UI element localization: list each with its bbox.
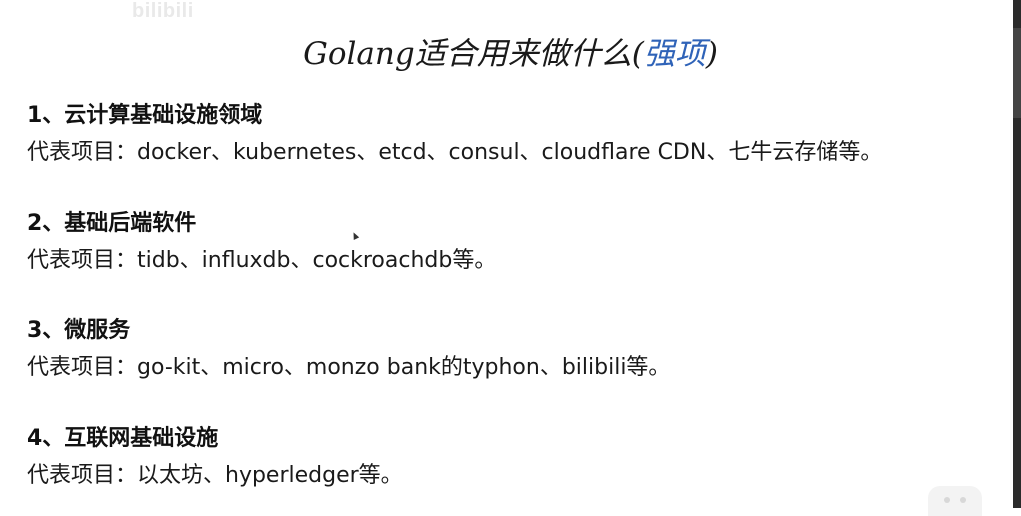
section-projects: 代表项目：tidb、influxdb、cockroachdb等。 — [27, 248, 497, 273]
section-internet-infrastructure: 4、互联网基础设施 代表项目：以太坊、hyperledger等。 — [27, 424, 403, 492]
section-heading: 4、互联网基础设施 — [27, 426, 219, 451]
title-main: Golang适合用来做什么( — [303, 36, 644, 72]
section-heading: 3、微服务 — [27, 318, 131, 343]
section-cloud-infrastructure: 1、云计算基础设施领域 代表项目：docker、kubernetes、etcd、… — [27, 101, 882, 169]
section-heading: 2、基础后端软件 — [27, 211, 197, 236]
section-projects: 代表项目：以太坊、hyperledger等。 — [27, 463, 403, 488]
scrollbar-thumb[interactable] — [1013, 28, 1021, 118]
section-projects: 代表项目：docker、kubernetes、etcd、consul、cloud… — [27, 140, 883, 165]
section-microservices: 3、微服务 代表项目：go-kit、micro、monzo bank的typho… — [27, 316, 670, 384]
slide-title: Golang适合用来做什么(强项) — [0, 28, 1021, 73]
scrollbar[interactable] — [1013, 0, 1021, 508]
title-close-paren: ) — [705, 36, 718, 72]
chat-bubble-icon[interactable] — [928, 486, 982, 516]
section-projects: 代表项目：go-kit、micro、monzo bank的typhon、bili… — [27, 355, 671, 380]
section-backend-software: 2、基础后端软件 代表项目：tidb、influxdb、cockroachdb等… — [27, 209, 496, 277]
section-heading: 1、云计算基础设施领域 — [27, 103, 263, 128]
title-accent: 强项 — [643, 36, 706, 72]
bilibili-watermark: bilibili — [132, 0, 194, 22]
